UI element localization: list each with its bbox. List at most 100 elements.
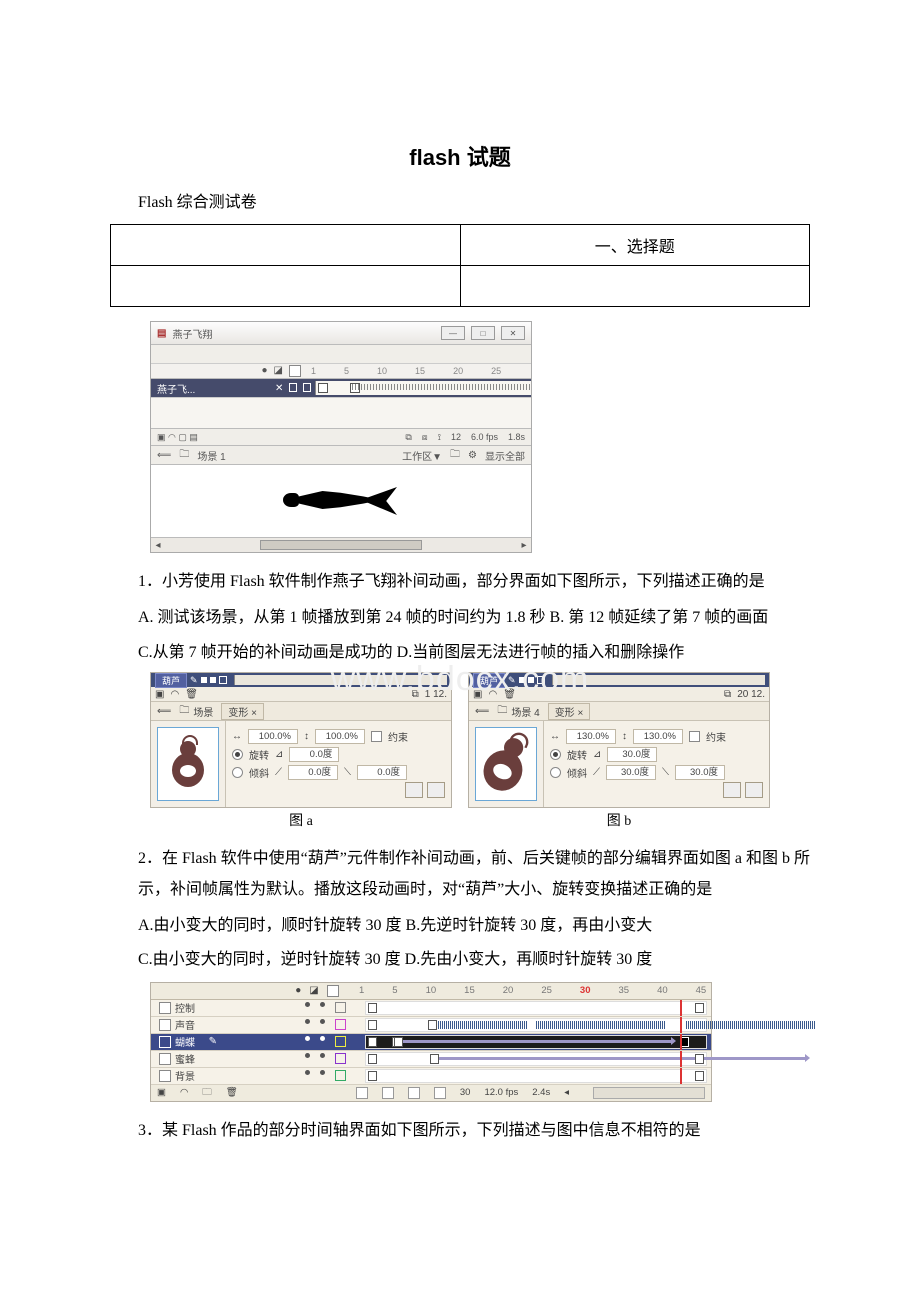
fig2a-track bbox=[234, 675, 447, 685]
fig2a-lock-checkbox[interactable] bbox=[371, 731, 382, 742]
onion-icon[interactable]: ⧉ bbox=[405, 432, 411, 443]
fig1-stage bbox=[151, 465, 531, 538]
fig1-workspace-label[interactable]: 工作区▼ bbox=[402, 448, 442, 463]
fig2a-lock-label: 约束 bbox=[388, 729, 408, 744]
center-frame-icon[interactable] bbox=[356, 1087, 368, 1099]
new-motion-guide-icon[interactable]: ◠ bbox=[180, 1087, 188, 1098]
new-layer-icon[interactable]: ▣ bbox=[157, 1087, 166, 1098]
fig2a-rotate-value[interactable]: 0.0度 bbox=[289, 747, 339, 762]
fig1-track[interactable] bbox=[315, 381, 531, 395]
fig2b-scaleH[interactable]: 130.0% bbox=[633, 729, 683, 744]
fig2b-layer-tab[interactable]: 葫芦 bbox=[473, 673, 505, 688]
onion-skin-icon[interactable] bbox=[382, 1087, 394, 1099]
close-icon[interactable]: ✕ bbox=[501, 326, 525, 340]
fig1-horizontal-scrollbar[interactable]: ◂ ▸ bbox=[151, 538, 531, 552]
fig2a-copy-transform-button[interactable] bbox=[405, 782, 423, 798]
edit-symbol-icon[interactable]: ⚙ bbox=[468, 450, 477, 461]
fig3-layer-control[interactable]: 控制 bbox=[151, 1000, 711, 1017]
fig2b-thumb[interactable] bbox=[475, 727, 537, 801]
fig2b-scene-home-icon[interactable]: ⟸ bbox=[475, 706, 489, 717]
fig1-layer-lock-dot[interactable] bbox=[289, 383, 297, 392]
fig2a-skew1[interactable]: 0.0度 bbox=[288, 765, 338, 780]
fig2a-folder-icon[interactable]: ◠ bbox=[170, 689, 179, 700]
fig2b-lock-label: 约束 bbox=[706, 729, 726, 744]
fig1-layer-eye-dot[interactable]: ✕ bbox=[275, 383, 283, 394]
fig1-status-frame: 12 bbox=[451, 432, 461, 442]
playhead-icon[interactable] bbox=[680, 1000, 682, 1016]
fig1-status-fps: 6.0 fps bbox=[471, 432, 498, 442]
fig2a-panel-tab[interactable]: 变形 × bbox=[221, 703, 264, 720]
fig2b-panel-tab[interactable]: 变形 × bbox=[548, 703, 591, 720]
fig2a-reset-button[interactable] bbox=[427, 782, 445, 798]
scene-home-icon[interactable]: ⟸ bbox=[157, 450, 171, 461]
scroll-left-icon[interactable]: ◂ bbox=[151, 540, 165, 551]
fig2b-skew-radio[interactable] bbox=[550, 767, 561, 778]
fig2b-lock-checkbox[interactable] bbox=[689, 731, 700, 742]
figure-1-timeline-screenshot: ▤ 燕子飞翔 — □ ✕ ● ◪ 1 5 10 15 20 25 燕子飞. bbox=[150, 321, 532, 553]
fig2a-scene-name[interactable]: 🗀 场景 bbox=[179, 703, 213, 720]
fig2b-reset-button[interactable] bbox=[745, 782, 763, 798]
fig2a-rotate-radio[interactable] bbox=[232, 749, 243, 760]
fig1-scene-name[interactable]: 场景 1 bbox=[197, 448, 225, 463]
fig2b-scene-name[interactable]: 🗀 场景 4 bbox=[497, 703, 539, 720]
fig2a-scene-home-icon[interactable]: ⟸ bbox=[157, 706, 171, 717]
minimize-icon[interactable]: — bbox=[441, 326, 465, 340]
fig2a-caption: 图 a bbox=[289, 810, 313, 830]
fig2a-scaleH[interactable]: 100.0% bbox=[315, 729, 365, 744]
fig3-layer-bg[interactable]: 背景 bbox=[151, 1068, 711, 1085]
page-title: flash 试题 bbox=[110, 140, 810, 172]
fig2b-rotate-value[interactable]: 30.0度 bbox=[607, 747, 657, 762]
fig3-layer-bee[interactable]: 蜜蜂 bbox=[151, 1051, 711, 1068]
fig2b-delete-icon[interactable]: 🗑 bbox=[503, 689, 516, 700]
fig1-layer-outline-dot[interactable] bbox=[303, 383, 311, 392]
delete-layer-icon[interactable]: 🗑 bbox=[226, 1087, 238, 1098]
q2-options-cd: C.由小变大的同时，逆时针旋转 30 度 D.先由小变大，再顺时针旋转 30 度 bbox=[138, 945, 810, 975]
scroll-left-icon[interactable]: ◂ bbox=[564, 1087, 569, 1098]
onion-marker-icon[interactable]: ⧈ bbox=[422, 432, 428, 443]
fig2a-onion-icon[interactable]: ⧉ bbox=[412, 689, 419, 700]
fig2b-skew1[interactable]: 30.0度 bbox=[606, 765, 656, 780]
onion-outline-icon[interactable] bbox=[408, 1087, 420, 1099]
onion-outlines-icon[interactable]: ⟟ bbox=[438, 432, 441, 443]
maximize-icon[interactable]: □ bbox=[471, 326, 495, 340]
fig2b-onion-icon[interactable]: ⧉ bbox=[724, 689, 731, 700]
outline-icon bbox=[289, 365, 301, 377]
fig1-doc-icon: ▤ bbox=[157, 328, 166, 339]
swallow-icon bbox=[281, 481, 401, 521]
fig2a-rotate-label: 旋转 bbox=[249, 747, 269, 762]
fig2b-rotate-radio[interactable] bbox=[550, 749, 561, 760]
scroll-right-icon[interactable]: ▸ bbox=[517, 540, 531, 551]
edit-scene-icon[interactable]: 🗀 bbox=[450, 447, 460, 464]
fig2a-skew-radio[interactable] bbox=[232, 767, 243, 778]
fig2b-copy-transform-button[interactable] bbox=[723, 782, 741, 798]
fig3-layer-sound[interactable]: 声音 bbox=[151, 1017, 711, 1034]
fig3-layer-butterfly[interactable]: 蝴蝶 ✎ bbox=[151, 1034, 711, 1051]
fig1-layer-name[interactable]: 燕子飞... bbox=[151, 381, 275, 396]
fig2a-skew2[interactable]: 0.0度 bbox=[357, 765, 407, 780]
fig2a-outline-box bbox=[219, 676, 227, 684]
fig2a-scaleW[interactable]: 100.0% bbox=[248, 729, 298, 744]
wave-icon bbox=[536, 1021, 666, 1029]
scene-folder-icon[interactable]: 🗀 bbox=[179, 447, 189, 464]
fig2b-panel: 葫芦 ✎ ▣ ◠ 🗑 ⧉ 20 12. ⟸ 🗀 bbox=[468, 672, 770, 808]
fig1-tween-broken bbox=[352, 384, 531, 390]
fig2b-skew2[interactable]: 30.0度 bbox=[675, 765, 725, 780]
fig2b-new-layer-icon[interactable]: ▣ bbox=[473, 689, 482, 700]
fig2a-delete-icon[interactable]: 🗑 bbox=[185, 689, 198, 700]
fig2a-layer-tab[interactable]: 葫芦 bbox=[155, 673, 187, 688]
fig2b-scaleW[interactable]: 130.0% bbox=[566, 729, 616, 744]
edit-multiple-icon[interactable] bbox=[434, 1087, 446, 1099]
fig3-status-sec: 2.4s bbox=[532, 1087, 550, 1098]
fig2a-thumb[interactable] bbox=[157, 727, 219, 801]
fig3-scrollbar-thumb[interactable] bbox=[593, 1087, 705, 1099]
kf bbox=[368, 1003, 377, 1013]
pencil-icon: ✎ bbox=[508, 675, 516, 686]
new-folder-icon[interactable]: 🗀 bbox=[202, 1085, 212, 1101]
fig1-show-all[interactable]: 显示全部 bbox=[485, 448, 525, 463]
fig2a-new-layer-icon[interactable]: ▣ bbox=[155, 689, 164, 700]
wave-icon bbox=[438, 1021, 528, 1029]
figure-2-wrapper: 葫芦 ✎ ▣ ◠ 🗑 ⧉ 1 12. ⟸ 🗀 bbox=[150, 672, 810, 830]
fig2b-folder-icon[interactable]: ◠ bbox=[488, 689, 497, 700]
fig2b-skew-label: 倾斜 bbox=[567, 765, 587, 780]
layer-page-icon bbox=[159, 1036, 171, 1048]
